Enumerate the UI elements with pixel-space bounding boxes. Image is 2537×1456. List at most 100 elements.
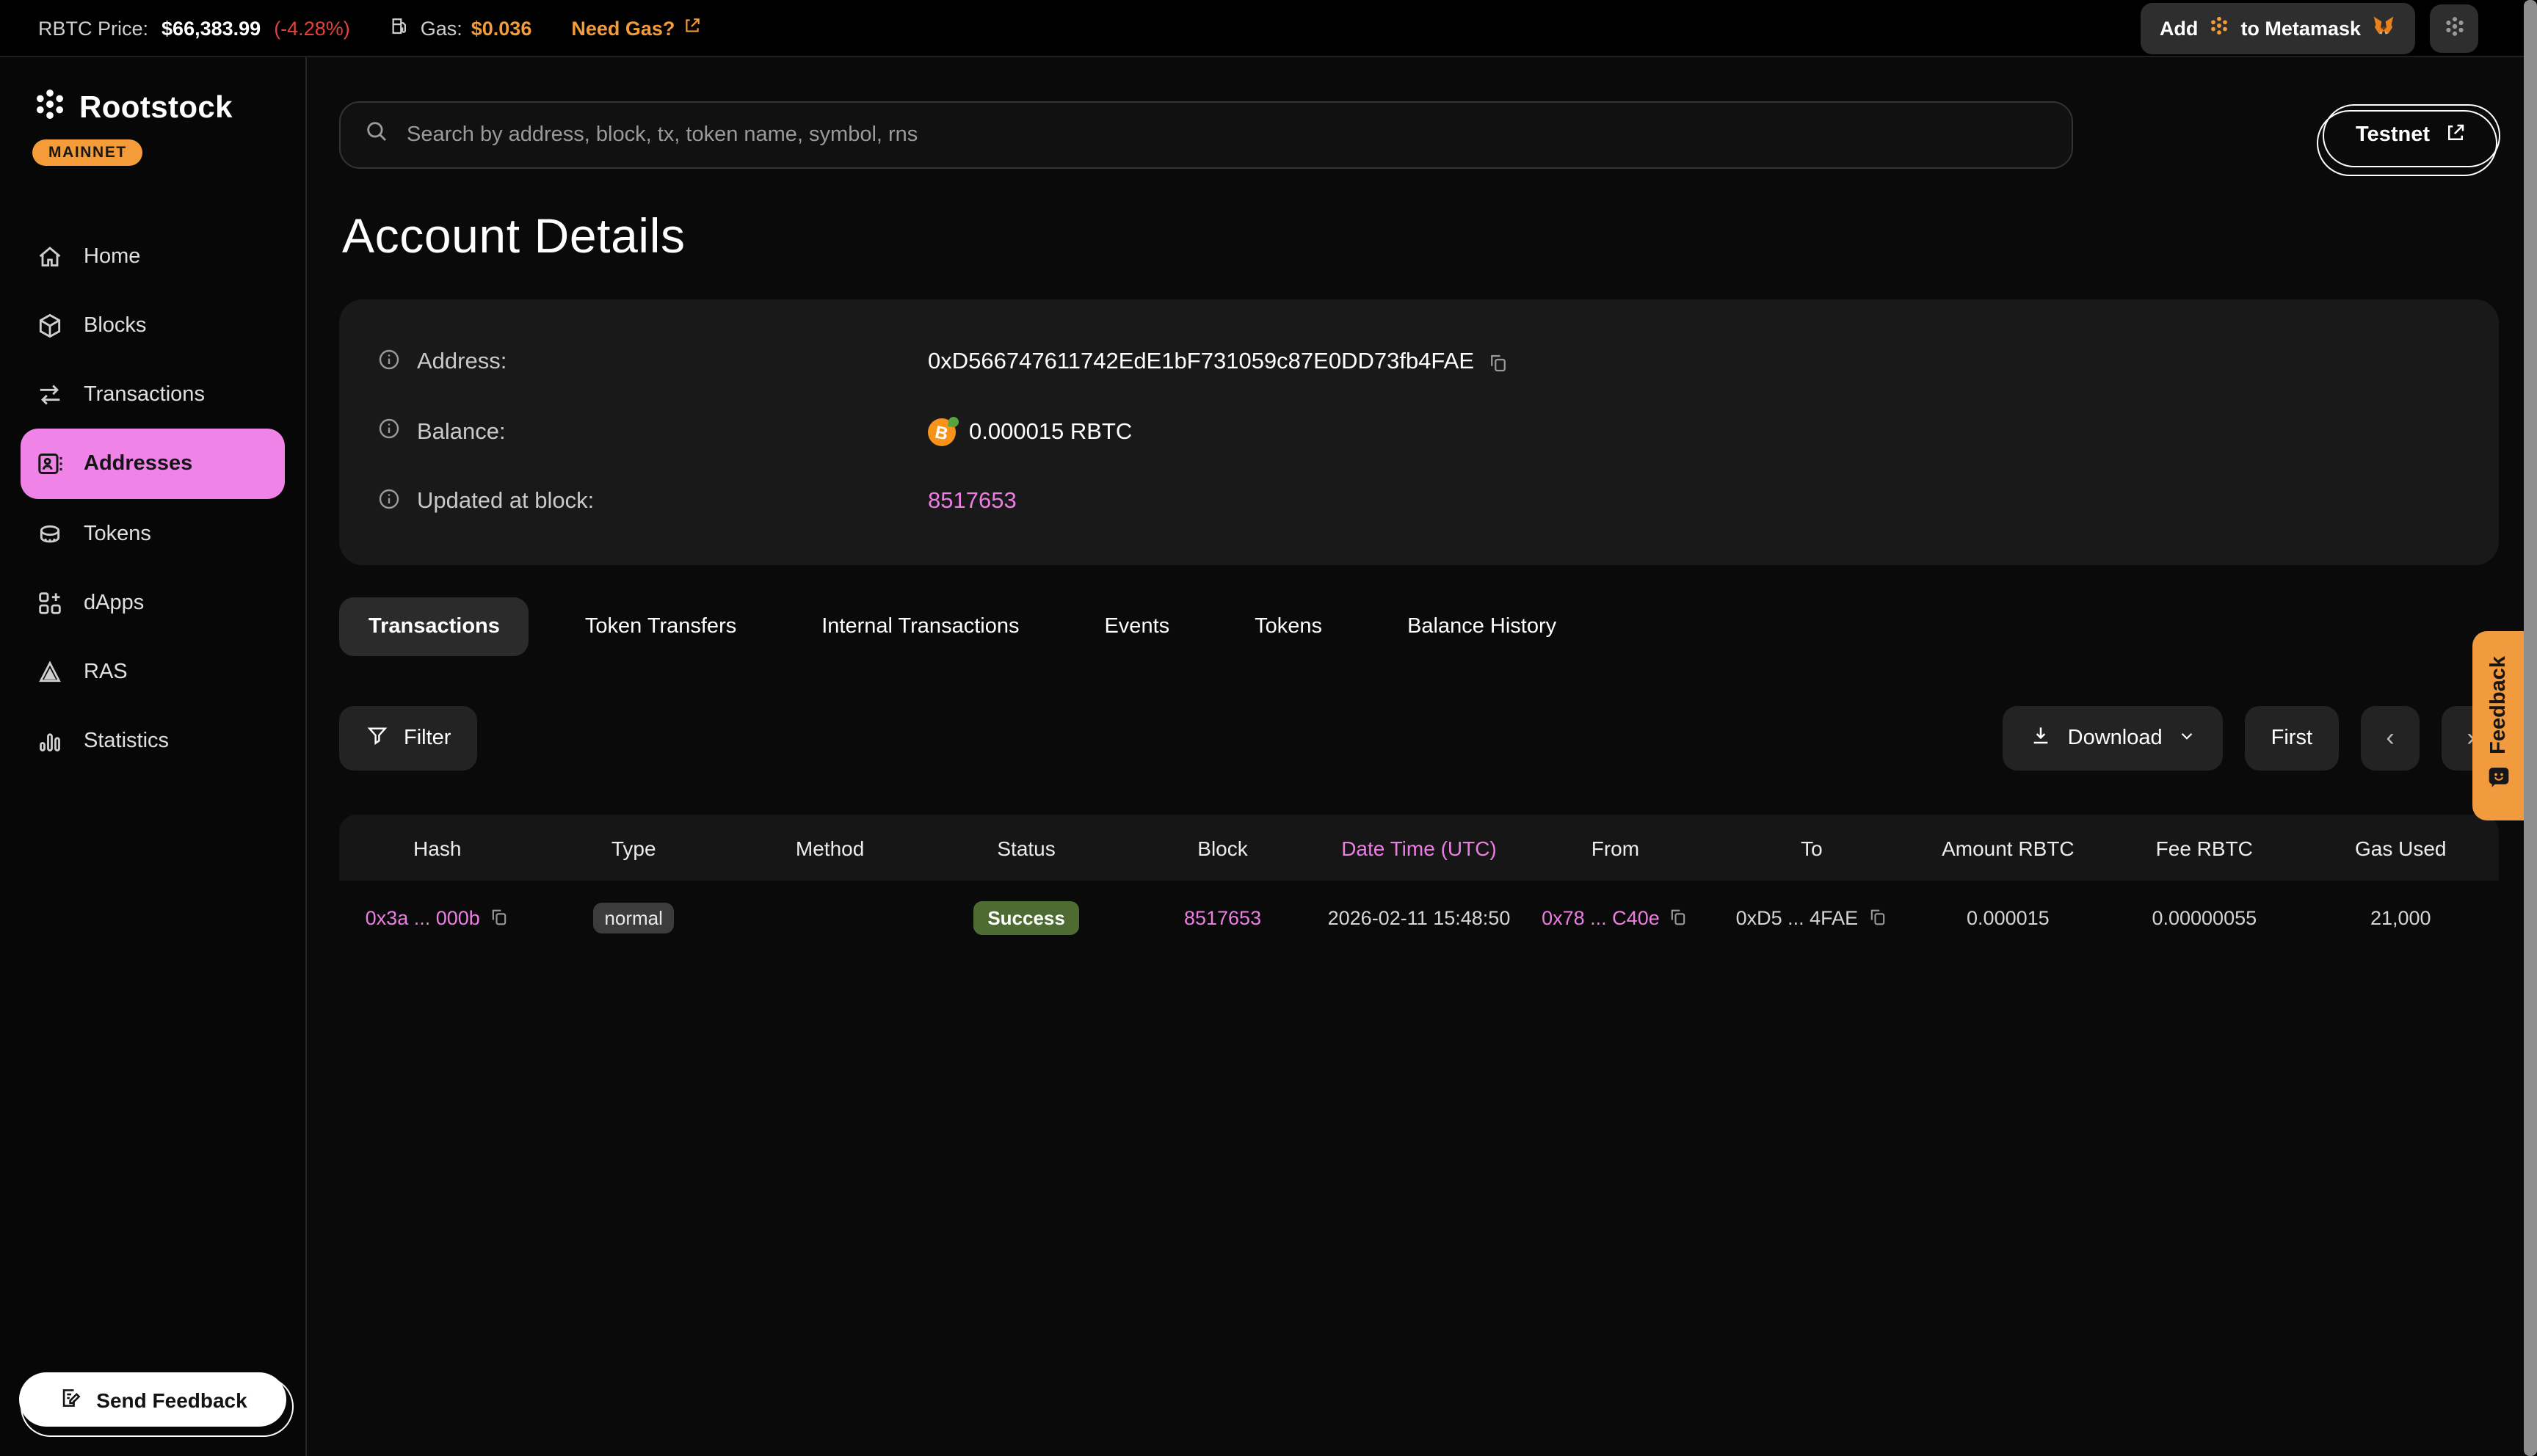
gas-label: Gas:	[421, 17, 462, 39]
to-metamask-label: to Metamask	[2240, 17, 2361, 39]
sidebar-item-home[interactable]: Home	[0, 222, 305, 291]
triangle-icon	[35, 657, 65, 686]
download-button[interactable]: Download	[2003, 706, 2223, 771]
brand-name: Rootstock	[79, 90, 233, 125]
tab-token-transfers[interactable]: Token Transfers	[556, 597, 766, 656]
rootstock-flower-icon	[2208, 15, 2230, 41]
rootstock-explorer-app: RBTC Price: $66,383.99 (-4.28%) Gas: $0.…	[0, 0, 2537, 1456]
need-gas-link[interactable]: Need Gas?	[571, 16, 701, 40]
col-gas-used: Gas Used	[2303, 836, 2499, 859]
prev-page-button[interactable]: ‹	[2361, 706, 2420, 771]
sidebar-item-blocks[interactable]: Blocks	[0, 291, 305, 360]
arrows-swap-icon	[35, 379, 65, 409]
tx-to-address: 0xD5 ... 4FAE	[1736, 906, 1859, 928]
transactions-table: Hash Type Method Status Block Date Time …	[339, 815, 2499, 954]
tx-gas-used: 21,000	[2303, 906, 2499, 928]
balance-value: 0.000015 RBTC	[969, 419, 1132, 445]
rbtc-price-change: (-4.28%)	[274, 17, 350, 39]
updated-block-label: Updated at block:	[417, 489, 594, 515]
external-link-icon	[2445, 121, 2467, 149]
col-from: From	[1517, 836, 1713, 859]
rbtc-price-label: RBTC Price:	[38, 17, 148, 39]
col-hash: Hash	[339, 836, 535, 859]
balance-label: Balance:	[417, 419, 506, 445]
add-to-metamask-button[interactable]: Add to Metamask	[2141, 2, 2415, 54]
copy-address-button[interactable]	[1487, 352, 1509, 374]
sidebar-item-label: Tokens	[84, 522, 151, 545]
sidebar-item-ras[interactable]: RAS	[0, 637, 305, 706]
tx-type-badge: normal	[592, 902, 675, 933]
scrollbar-thumb[interactable]	[2524, 0, 2537, 1456]
external-link-icon	[682, 16, 701, 40]
first-page-button[interactable]: First	[2245, 706, 2339, 771]
col-status: Status	[928, 836, 1124, 859]
sidebar-nav: Home Blocks Transactions	[0, 222, 305, 775]
info-icon	[377, 417, 401, 448]
detail-tabs: Transactions Token Transfers Internal Tr…	[339, 597, 2500, 656]
tab-transactions[interactable]: Transactions	[339, 597, 529, 656]
sidebar: Rootstock MAINNET Home Blocks	[0, 57, 307, 1456]
tx-hash-link[interactable]: 0x3a ... 000b	[366, 906, 480, 928]
home-icon	[35, 241, 65, 271]
sidebar-item-dapps[interactable]: dApps	[0, 568, 305, 637]
table-controls: Filter Download First ‹ ›	[339, 706, 2500, 771]
tab-events[interactable]: Events	[1075, 597, 1199, 656]
search-icon	[364, 119, 389, 151]
send-feedback-button[interactable]: Send Feedback	[19, 1372, 286, 1427]
account-details-panel: Address: 0xD566747611742EdE1bF731059c87E…	[339, 299, 2499, 565]
rootstock-settings-button[interactable]	[2430, 4, 2478, 52]
feedback-side-tab[interactable]: Feedback	[2472, 631, 2524, 820]
table-header-row: Hash Type Method Status Block Date Time …	[339, 815, 2499, 881]
sidebar-item-label: dApps	[84, 591, 144, 614]
send-feedback-label: Send Feedback	[96, 1388, 247, 1411]
bar-chart-icon	[35, 726, 65, 755]
col-block: Block	[1125, 836, 1321, 859]
address-value: 0xD566747611742EdE1bF731059c87E0DD73fb4F…	[928, 349, 1474, 376]
updated-block-link[interactable]: 8517653	[928, 489, 1017, 515]
tx-block-link[interactable]: 8517653	[1125, 906, 1321, 928]
sidebar-item-statistics[interactable]: Statistics	[0, 706, 305, 775]
copy-to-button[interactable]	[1867, 907, 1887, 928]
tab-tokens[interactable]: Tokens	[1225, 597, 1351, 656]
sidebar-item-label: Blocks	[84, 313, 146, 337]
testnet-switch-button[interactable]: Testnet	[2322, 103, 2500, 167]
copy-hash-button[interactable]	[489, 907, 509, 928]
col-datetime[interactable]: Date Time (UTC)	[1321, 836, 1517, 859]
info-icon	[377, 347, 401, 378]
search-bar	[339, 101, 2073, 169]
copy-from-button[interactable]	[1669, 907, 1689, 928]
updated-block-row: Updated at block: 8517653	[377, 474, 2461, 530]
sidebar-item-tokens[interactable]: Tokens	[0, 499, 305, 568]
grid-plus-icon	[35, 588, 65, 617]
gas-value: $0.036	[471, 17, 532, 39]
sidebar-item-label: Statistics	[84, 729, 169, 752]
rbtc-coin-icon: B	[928, 418, 956, 446]
search-input[interactable]	[404, 122, 2048, 148]
filter-button[interactable]: Filter	[339, 706, 477, 771]
testnet-label: Testnet	[2356, 123, 2430, 147]
notepad-pen-icon	[58, 1385, 83, 1414]
tx-amount: 0.000015	[1910, 906, 2106, 928]
need-gas-label: Need Gas?	[571, 17, 675, 39]
page-scrollbar[interactable]	[2524, 0, 2537, 1456]
sidebar-item-label: RAS	[84, 660, 128, 683]
gas-pump-icon	[390, 15, 412, 41]
col-type: Type	[535, 836, 731, 859]
tx-datetime: 2026-02-11 15:48:50	[1321, 906, 1517, 928]
chevron-down-icon	[2177, 726, 2196, 751]
sidebar-item-transactions[interactable]: Transactions	[0, 360, 305, 429]
sidebar-item-label: Addresses	[84, 452, 192, 476]
balance-row: Balance: B 0.000015 RBTC	[377, 404, 2461, 460]
address-row: Address: 0xD566747611742EdE1bF731059c87E…	[377, 335, 2461, 390]
download-label: Download	[2068, 727, 2163, 750]
col-amount: Amount RBTC	[1910, 836, 2106, 859]
tab-internal-transactions[interactable]: Internal Transactions	[792, 597, 1048, 656]
download-icon	[2030, 724, 2053, 753]
feedback-smiley-icon	[2486, 765, 2510, 796]
tab-balance-history[interactable]: Balance History	[1378, 597, 1586, 656]
brand-logo[interactable]: Rootstock	[32, 87, 305, 129]
tx-status-badge: Success	[973, 900, 1080, 934]
sidebar-item-addresses[interactable]: Addresses	[21, 429, 285, 499]
tx-from-link[interactable]: 0x78 ... C40e	[1542, 906, 1660, 928]
funnel-icon	[366, 724, 389, 753]
